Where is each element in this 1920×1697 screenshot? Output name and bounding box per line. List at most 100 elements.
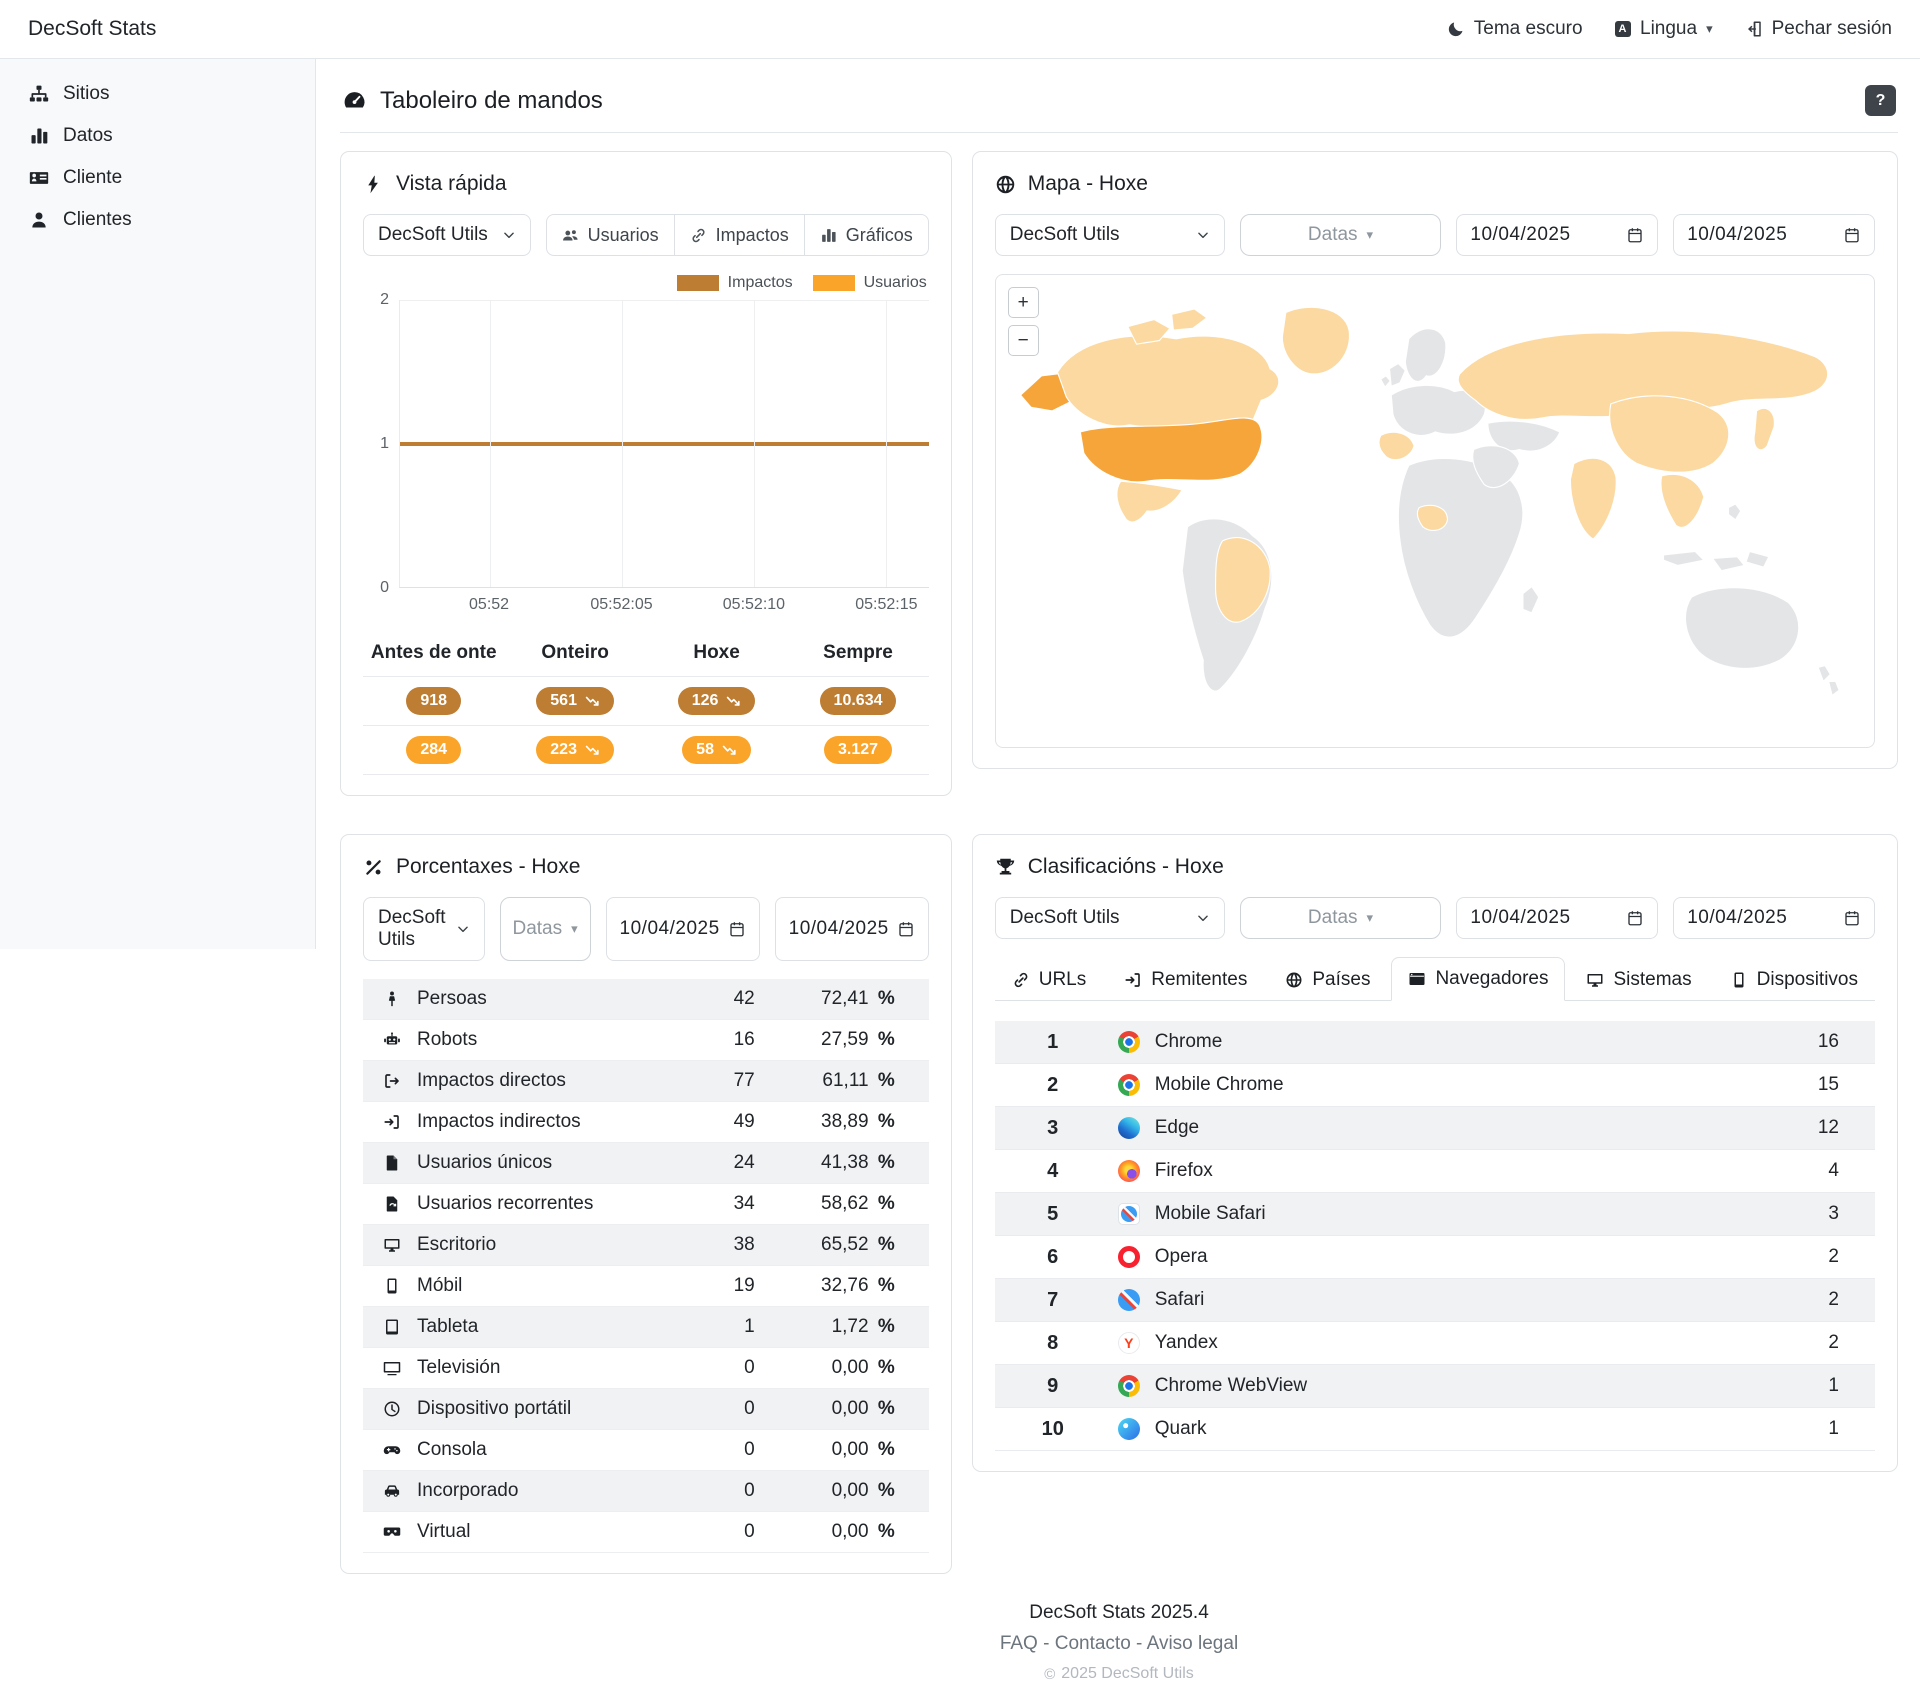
- percent-row: Escritorio 38 65,52 %: [363, 1225, 929, 1266]
- site-select[interactable]: DecSoft Utils: [363, 214, 531, 256]
- percent-row-label: Virtual: [417, 1521, 471, 1542]
- ranking-row: 10 Quark 1: [994, 1408, 1875, 1451]
- calendar-icon: [897, 920, 915, 938]
- map-datas-dropdown[interactable]: Datas ▾: [1239, 214, 1442, 256]
- sidebar-item-clientes[interactable]: Clientes: [0, 199, 315, 241]
- percent-glyph: %: [877, 1357, 895, 1378]
- world-map-svg[interactable]: [996, 275, 1874, 747]
- calendar-icon: [1843, 909, 1861, 927]
- rankings-date-to-input[interactable]: 10/04/2025: [1673, 897, 1875, 939]
- caret-down-icon: ▾: [571, 921, 578, 936]
- ranking-count: 1: [1828, 1375, 1839, 1396]
- view-button-impactos[interactable]: Impactos: [673, 214, 805, 256]
- in-bracket-icon: [1124, 971, 1142, 989]
- rank-number: 1: [1047, 1030, 1059, 1053]
- ranking-label: Quark: [1154, 1418, 1207, 1439]
- view-button-label: Gráficos: [845, 224, 913, 245]
- usuarios-stats-row: 284 223 58 3.127: [363, 725, 929, 774]
- tab-dispositivos[interactable]: Dispositivos: [1713, 957, 1875, 1001]
- logout-button[interactable]: Pechar sesión: [1745, 18, 1892, 40]
- footer-link-aviso-legal[interactable]: Aviso legal: [1147, 1633, 1239, 1654]
- percentages-card: Porcentaxes - Hoxe DecSoft Utils Datas ▾…: [340, 834, 952, 1574]
- percentages-date-to-input[interactable]: 10/04/2025: [774, 897, 929, 961]
- ranking-count: 3: [1828, 1203, 1839, 1224]
- map-zoom-in-button[interactable]: +: [1007, 287, 1039, 318]
- page-title-label: Taboleiro de mandos: [380, 86, 603, 114]
- calendar-icon: [1626, 909, 1644, 927]
- mobile-icon: [377, 1277, 407, 1295]
- sidebar-item-label: Clientes: [63, 209, 132, 230]
- view-button-usuarios[interactable]: Usuarios: [545, 214, 675, 256]
- percent-row-value: 0: [744, 1439, 755, 1460]
- map-date-from-input[interactable]: 10/04/2025: [1456, 214, 1659, 256]
- logout-label: Pechar sesión: [1771, 18, 1892, 39]
- ranking-row: 5 Mobile Safari 3: [994, 1193, 1875, 1236]
- percent-glyph: %: [877, 1521, 895, 1542]
- ranking-count: 1: [1828, 1418, 1839, 1439]
- percent-glyph: %: [877, 1234, 895, 1255]
- percent-row-percent: 65,52 %: [821, 1234, 895, 1255]
- logout-door-icon: [1745, 20, 1763, 38]
- percent-row: Robots 16 27,59 %: [363, 1020, 929, 1061]
- percentages-datas-dropdown[interactable]: Datas ▾: [499, 897, 591, 961]
- percent-row-percent: 0,00 %: [831, 1398, 895, 1419]
- percent-row-label: Televisión: [417, 1357, 501, 1378]
- tab-sistemas[interactable]: Sistemas: [1569, 957, 1708, 1001]
- percent-row-value: 34: [733, 1193, 755, 1214]
- ranking-row: 6 Opera 2: [994, 1236, 1875, 1279]
- map-site-select[interactable]: DecSoft Utils: [994, 214, 1225, 256]
- chrome-icon: [1117, 1031, 1140, 1053]
- legend-item-impactos[interactable]: Impactos: [676, 274, 793, 292]
- tab-remitentes[interactable]: Remitentes: [1107, 957, 1264, 1001]
- footer-link-contacto[interactable]: Contacto: [1055, 1633, 1131, 1654]
- tab-urls[interactable]: URLs: [995, 957, 1104, 1001]
- map-zoom-out-button[interactable]: −: [1007, 325, 1039, 356]
- percent-row-value: 0: [744, 1521, 755, 1542]
- percent-glyph: %: [877, 988, 895, 1009]
- usuarios-stat-badge: 284: [406, 736, 462, 764]
- world-map[interactable]: + −: [994, 274, 1875, 748]
- link-icon: [690, 227, 707, 244]
- browser-icon: [1408, 970, 1426, 988]
- tv-icon: [377, 1359, 407, 1377]
- sidebar-item-cliente[interactable]: Cliente: [0, 157, 315, 199]
- map-date-to-input[interactable]: 10/04/2025: [1673, 214, 1875, 256]
- rankings-datas-dropdown[interactable]: Datas ▾: [1239, 897, 1442, 939]
- percent-row-label: Móbil: [417, 1275, 463, 1296]
- percent-row-value: 38: [733, 1234, 755, 1255]
- theme-toggle[interactable]: Tema escuro: [1447, 18, 1583, 40]
- view-button-gráficos[interactable]: Gráficos: [803, 214, 929, 256]
- safari-icon: [1117, 1289, 1140, 1311]
- percentages-table: Persoas 42 72,41 % Robots 16 27,59 % Impactos …: [363, 979, 929, 1553]
- sidebar-item-datos[interactable]: Datos: [0, 115, 315, 157]
- quick-stats-header: Antes de onte Onteiro Hoxe Sempre: [363, 634, 929, 676]
- navbar-actions: Tema escuro A Lingua ▾ Pechar sesión: [1447, 18, 1892, 40]
- percentages-date-from-input[interactable]: 10/04/2025: [605, 897, 760, 961]
- percent-row-value: 0: [744, 1398, 755, 1419]
- impactos-stats-row: 918 561 126 10.634: [363, 676, 929, 725]
- percent-glyph: %: [877, 1398, 895, 1419]
- percent-row-percent: 27,59 %: [821, 1029, 895, 1050]
- calendar-icon: [1626, 226, 1644, 244]
- rankings-site-select[interactable]: DecSoft Utils: [994, 897, 1225, 939]
- percent-row: Móbil 19 32,76 %: [363, 1266, 929, 1307]
- chart-legend: Impactos Usuarios: [365, 274, 927, 292]
- tab-navegadores[interactable]: Navegadores: [1391, 957, 1566, 1001]
- legend-item-usuarios[interactable]: Usuarios: [812, 274, 927, 292]
- app-brand[interactable]: DecSoft Stats: [28, 17, 156, 41]
- chart-gridline: [886, 300, 888, 587]
- percentages-site-select[interactable]: DecSoft Utils: [363, 897, 485, 961]
- footer-link-faq[interactable]: FAQ: [1000, 1633, 1038, 1654]
- language-menu[interactable]: A Lingua ▾: [1614, 18, 1713, 40]
- globe-icon: [995, 174, 1016, 195]
- help-button[interactable]: ?: [1865, 85, 1896, 116]
- tab-países[interactable]: Países: [1268, 957, 1387, 1001]
- sidebar-item-sitios[interactable]: Sitios: [0, 73, 315, 115]
- stat-value: 58: [696, 741, 714, 758]
- rankings-date-from-input[interactable]: 10/04/2025: [1456, 897, 1659, 939]
- percent-row: Usuarios recorrentes 34 58,62 %: [363, 1184, 929, 1225]
- percent-row-value: 16: [733, 1029, 755, 1050]
- percent-row-label: Impactos directos: [417, 1070, 566, 1091]
- stat-cell: 10.634: [787, 687, 928, 715]
- calendar-icon: [728, 920, 746, 938]
